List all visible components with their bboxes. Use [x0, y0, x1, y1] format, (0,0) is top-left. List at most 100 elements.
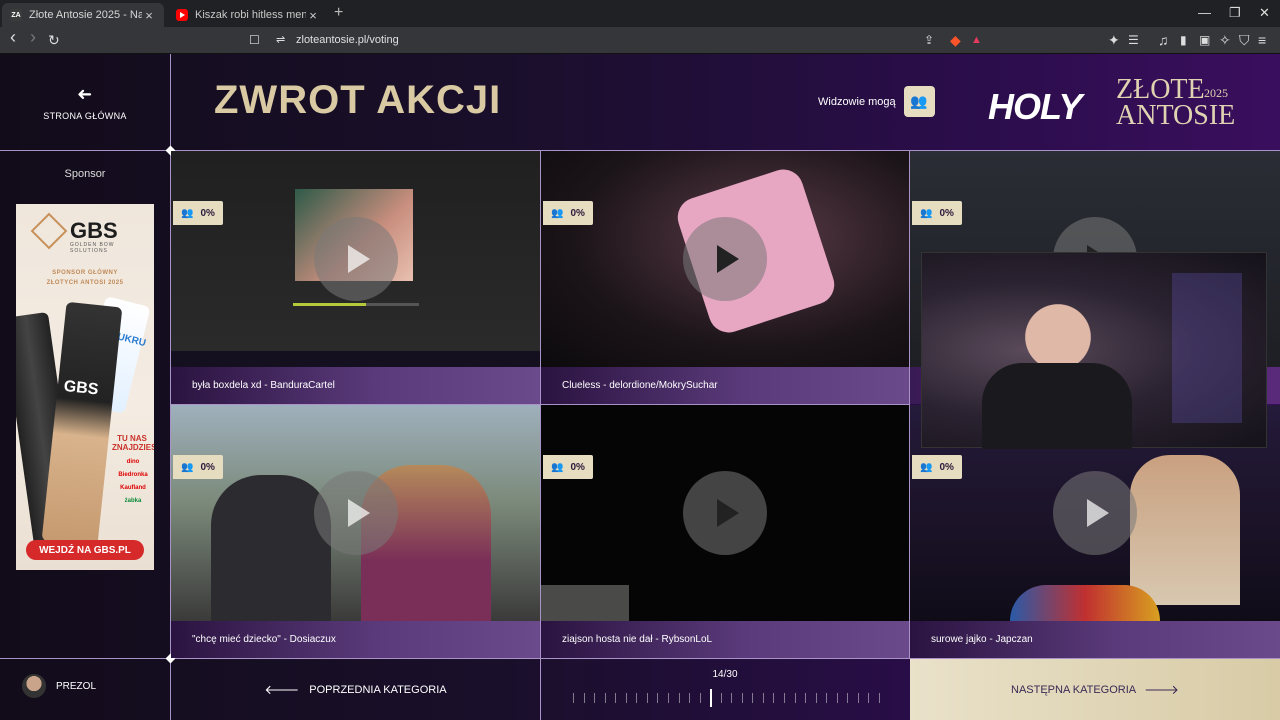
site-info-icon[interactable]: ⇌: [276, 32, 285, 48]
youtube-favicon-icon: [176, 9, 188, 21]
clip-card[interactable]: 👥 0% Clueless - delordione/MokrySuchar: [541, 151, 909, 404]
progress-tick: [868, 693, 870, 703]
progress-tick: [815, 693, 817, 703]
play-button[interactable]: [313, 471, 398, 555]
shop-item: żabka: [124, 498, 142, 504]
previous-category-button[interactable]: 🡐 POPRZEDNIA KATEGORIA: [171, 659, 540, 720]
viewers-vote-indicator: Widzowie mogą 👥: [818, 86, 935, 117]
clip-card[interactable]: 👥 0% "chcę mieć dziecko" - Dosiaczux: [171, 405, 540, 658]
progress-tick: [773, 693, 775, 703]
vote-percent-badge: 👥 0%: [173, 201, 223, 225]
extensions-icon[interactable]: ✦: [1108, 32, 1120, 48]
tab-close-icon[interactable]: ×: [306, 8, 320, 23]
site-favicon-icon: ZA: [10, 9, 22, 21]
progress-tick: [752, 693, 754, 703]
play-button[interactable]: [1053, 471, 1137, 555]
progress-tick: [573, 693, 574, 703]
progress-tick: [667, 693, 669, 703]
vote-percent-badge: 👥 0%: [173, 455, 223, 479]
menu-icon[interactable]: ≡: [1258, 32, 1266, 48]
restore-button[interactable]: ❐: [1229, 5, 1241, 21]
reload-icon[interactable]: ↻: [48, 32, 60, 48]
logo-year: 2025: [1204, 86, 1228, 100]
vote-percent-badge: 👥 0%: [543, 201, 593, 225]
loading-bar: [293, 303, 419, 306]
brave-shields-icon[interactable]: ◆: [950, 32, 961, 48]
category-title: ZWROT AKCJI: [214, 78, 502, 122]
streamer-profile[interactable]: PREZOL: [22, 674, 96, 698]
can-brand: GBS: [62, 377, 100, 399]
ad-cta-button[interactable]: WEJDŹ NA GBS.PL: [26, 540, 144, 560]
new-tab-button[interactable]: +: [334, 4, 343, 22]
reader-mode-icon[interactable]: ☰: [1128, 32, 1139, 48]
play-button[interactable]: [683, 471, 767, 555]
media-icon[interactable]: ♫: [1158, 32, 1169, 48]
sponsor-ad[interactable]: GBS GOLDEN BOW SOLUTIONS SPONSOR GŁÓWNY …: [16, 204, 154, 570]
share-icon[interactable]: ⇪: [924, 32, 934, 48]
progress-tick: [625, 693, 627, 703]
webcam-overlay: [921, 252, 1267, 449]
tab-youtube[interactable]: Kiszak robi hitless menela - YouTube ×: [168, 3, 328, 27]
progress-tick: [857, 693, 859, 703]
users-icon: 👥: [551, 207, 564, 219]
play-button[interactable]: [313, 217, 398, 301]
progress-tick-current: [710, 689, 713, 707]
previous-category-label: POPRZEDNIA KATEGORIA: [309, 683, 447, 696]
home-label: STRONA GŁÓWNA: [43, 110, 127, 121]
bookmark-icon[interactable]: ☐: [249, 32, 260, 48]
thumbnail-image: [211, 475, 331, 625]
ad-tagline: SPONSOR GŁÓWNY: [52, 270, 118, 276]
close-window-button[interactable]: ✕: [1259, 5, 1270, 21]
vote-percent-badge: 👥 0%: [543, 455, 593, 479]
minimize-button[interactable]: —: [1198, 5, 1211, 20]
address-bar[interactable]: zloteantosie.pl/voting: [296, 34, 399, 46]
back-icon[interactable]: ‹: [10, 28, 16, 46]
category-progress: 14/30: [541, 659, 909, 720]
play-button[interactable]: [683, 217, 767, 301]
clip-title: Clueless - delordione/MokrySuchar: [541, 367, 909, 404]
users-icon: 👥: [551, 461, 564, 473]
avatar: [22, 674, 46, 698]
logo-line2: ANTOSIE: [1116, 100, 1236, 131]
thumbnail-image: [1010, 585, 1160, 621]
brave-rewards-icon[interactable]: ▲: [971, 32, 982, 48]
vpn-icon[interactable]: ⛉: [1239, 32, 1250, 48]
progress-tick: [847, 693, 849, 703]
progress-tick: [689, 693, 691, 703]
streamer-body: [982, 363, 1132, 449]
progress-tick: [731, 693, 733, 703]
users-icon: 👥: [181, 461, 194, 473]
ad-brand: GBS: [70, 218, 118, 243]
ad-tagline: ZŁOTYCH ANTOSI 2025: [46, 280, 124, 286]
progress-tick: [657, 693, 659, 703]
ad-subtitle: GOLDEN BOW SOLUTIONS: [70, 242, 115, 254]
progress-tick: [741, 693, 743, 703]
progress-ticks: [573, 689, 880, 707]
arrow-left-icon: 🡐: [264, 681, 300, 697]
ad-where-text: TU NAS ZNAJDZIESZ: [112, 434, 154, 452]
users-icon: 👥: [181, 207, 194, 219]
tab-zlote-antosie[interactable]: ZA Złote Antosie 2025 - Największy ×: [2, 3, 164, 27]
event-logo: HOLY ZŁOTE ANTOSIE 2025: [986, 72, 1246, 134]
streamer-name: PREZOL: [56, 680, 97, 692]
home-button[interactable]: ➜ STRONA GŁÓWNA: [0, 54, 170, 150]
divider: [540, 151, 541, 720]
sponsor-label: Sponsor: [64, 168, 106, 180]
progress-tick: [594, 693, 596, 703]
forward-icon[interactable]: ›: [30, 28, 36, 46]
tab-close-icon[interactable]: ×: [142, 8, 156, 23]
sidebar-icon[interactable]: ▮: [1180, 32, 1187, 48]
users-icon[interactable]: 👥: [903, 86, 935, 117]
leo-ai-icon[interactable]: ✧: [1219, 32, 1231, 48]
progress-tick: [805, 693, 807, 703]
product-can-image: GBS: [41, 301, 123, 547]
next-category-button[interactable]: NASTĘPNA KATEGORIA 🡒: [910, 659, 1280, 720]
progress-tick: [826, 693, 828, 703]
progress-tick: [583, 693, 585, 703]
wallet-icon[interactable]: ▣: [1199, 32, 1210, 48]
clip-card[interactable]: 👥 0% ziajson hosta nie dał - RybsonLoL: [541, 405, 909, 658]
clip-card[interactable]: 👥 0% była boxdela xd - BanduraCartel: [171, 151, 540, 404]
progress-tick: [646, 693, 648, 703]
thumbnail-image: [1130, 455, 1240, 605]
tab-title: Złote Antosie 2025 - Największy: [29, 9, 142, 21]
